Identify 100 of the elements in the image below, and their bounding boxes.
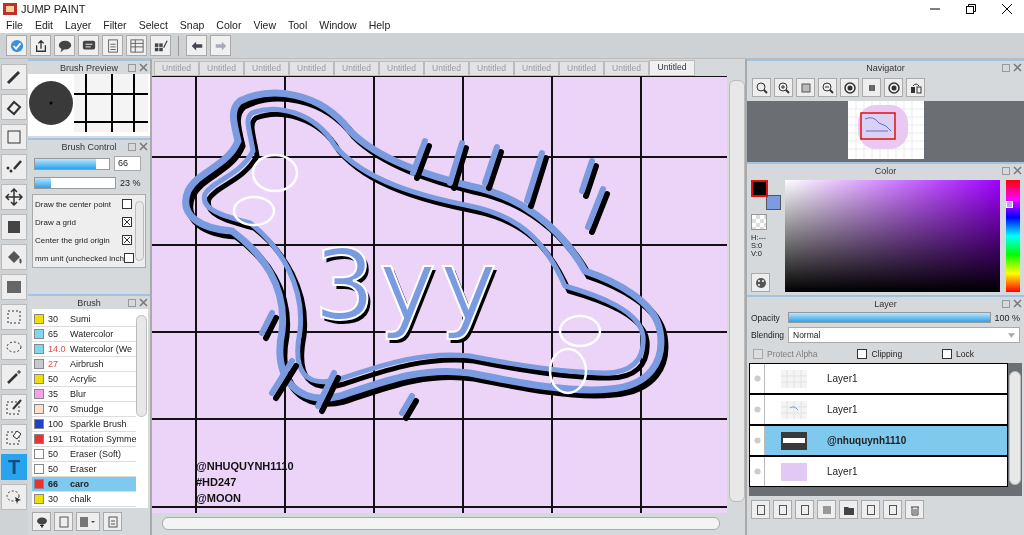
menu-item[interactable]: File [6, 19, 23, 31]
background-color-swatch[interactable] [766, 195, 781, 210]
caret-icon [1008, 332, 1015, 338]
new-8bit-layer-button[interactable] [773, 500, 792, 519]
new-1bit-layer-button[interactable] [795, 500, 814, 519]
brush-item[interactable]: 65 Watercolor [32, 327, 136, 342]
duplicate-button[interactable] [861, 500, 880, 519]
share-icon [33, 38, 48, 53]
brush-size: 50 [48, 374, 59, 384]
restore-icon[interactable] [966, 3, 976, 14]
color-picker-field[interactable] [785, 180, 1001, 292]
menu-item[interactable]: Edit [34, 19, 53, 31]
brush-item[interactable]: 66 caro [32, 477, 136, 492]
hue-slider[interactable] [1006, 180, 1020, 292]
opacity-slider[interactable] [34, 177, 116, 189]
brush-settings-button[interactable] [103, 512, 122, 531]
new-layer-button[interactable] [751, 500, 770, 519]
folder-button[interactable] [839, 500, 858, 519]
brush-item[interactable]: 50 Acrylic [32, 372, 136, 387]
panel-title: Brush [77, 297, 101, 308]
brush-size: 30 [48, 314, 59, 324]
menu-item[interactable]: Layer [65, 19, 92, 31]
brush-menu-button[interactable] [76, 512, 100, 531]
menu-item[interactable]: Color [216, 19, 242, 31]
reset-view-button[interactable] [906, 78, 925, 97]
tool-button[interactable] [1, 244, 27, 270]
menu-item[interactable]: Tool [288, 19, 308, 31]
menu-item[interactable]: Select [138, 19, 168, 31]
zoom-actual-button[interactable] [752, 78, 771, 97]
rotate-icon [843, 81, 856, 94]
size-field[interactable]: 66 [114, 156, 141, 171]
layer-row[interactable]: Layer1 [749, 456, 1008, 487]
blending-dropdown[interactable]: Normal [788, 327, 1020, 343]
toolbar-button[interactable] [78, 35, 99, 56]
tool-button[interactable] [1, 94, 27, 120]
tool-button[interactable] [1, 64, 27, 90]
transparent-swatch[interactable] [751, 214, 767, 230]
checkbox[interactable] [122, 217, 132, 227]
scrollbar[interactable] [135, 201, 144, 261]
hue-marker[interactable] [1006, 200, 1014, 208]
tool-button[interactable] [1, 214, 27, 240]
undo-button[interactable] [186, 35, 207, 56]
size-slider[interactable] [34, 157, 110, 170]
download-button[interactable] [32, 512, 51, 531]
zoom-in-button[interactable] [774, 78, 793, 97]
scrollbar[interactable] [136, 315, 147, 417]
layer-row[interactable]: Layer1 [749, 363, 1008, 394]
checkbox[interactable]: Clipping [857, 349, 903, 359]
scrollbar[interactable] [162, 516, 720, 530]
brush-item[interactable]: 100 Sparkle Brush [32, 417, 136, 432]
toolbar-button[interactable] [150, 35, 171, 56]
close-icon[interactable] [1002, 3, 1012, 14]
pattern-icon [820, 503, 833, 516]
tool-button[interactable] [1, 364, 27, 390]
brush-item[interactable]: 50 Eraser (Soft) [32, 447, 136, 462]
checkbox[interactable] [122, 199, 132, 209]
brush-item[interactable]: 30 Sumi [32, 312, 136, 327]
brush-item[interactable]: 14.0 Watercolor (We [32, 342, 136, 357]
page-icon [798, 503, 811, 516]
brush-name: Smudge [70, 404, 104, 414]
layer-opacity-slider[interactable] [788, 312, 992, 323]
grid-icon [153, 38, 168, 53]
menu-item[interactable]: Window [319, 19, 357, 31]
check-icon [9, 38, 24, 53]
brush-name: chalk [70, 494, 91, 504]
document-tab[interactable]: Untitled [649, 60, 695, 76]
rotate-right-button[interactable] [884, 78, 903, 97]
palette-button[interactable] [751, 273, 770, 292]
option-label: Draw the center point [35, 199, 112, 209]
zoom-out-button[interactable] [818, 78, 837, 97]
menu-item[interactable]: Filter [103, 19, 127, 31]
scrollbar[interactable] [1009, 371, 1021, 485]
tool-button[interactable] [1, 154, 27, 180]
brush-item[interactable]: 27 Airbrush [32, 357, 136, 372]
brush-item[interactable]: 35 Blur [32, 387, 136, 402]
rotate-left-button[interactable] [840, 78, 859, 97]
brush-item[interactable]: 30 chalk [32, 492, 136, 507]
layer-name: Layer1 [827, 404, 858, 415]
brush-item[interactable]: 191 Rotation Symme [32, 432, 136, 447]
flip-button[interactable] [862, 78, 881, 97]
layer-row[interactable]: Layer1 [749, 394, 1008, 425]
toolbar-button[interactable] [30, 35, 51, 56]
tool-button[interactable] [1, 424, 27, 450]
brush-size: 65 [48, 329, 59, 339]
toolbar-button[interactable] [54, 35, 75, 56]
scrollbar[interactable] [729, 80, 745, 502]
tool-button[interactable] [1, 274, 27, 300]
checkbox[interactable] [123, 253, 134, 263]
layer-row[interactable]: @nhuquynh1110 [749, 425, 1008, 456]
tool-button[interactable] [1, 394, 27, 420]
merge-button[interactable] [883, 500, 902, 519]
checkbox[interactable] [122, 235, 132, 245]
brush-size: 14.0 [48, 344, 66, 354]
brush-item[interactable]: 70 Smudge [32, 402, 136, 417]
menu-item[interactable]: View [253, 19, 276, 31]
menu-item[interactable]: Snap [179, 19, 205, 31]
checkbox[interactable]: Lock [942, 349, 974, 359]
menu-item[interactable]: Help [368, 19, 391, 31]
tool-button[interactable] [1, 184, 27, 210]
foreground-color-swatch[interactable] [751, 180, 768, 197]
